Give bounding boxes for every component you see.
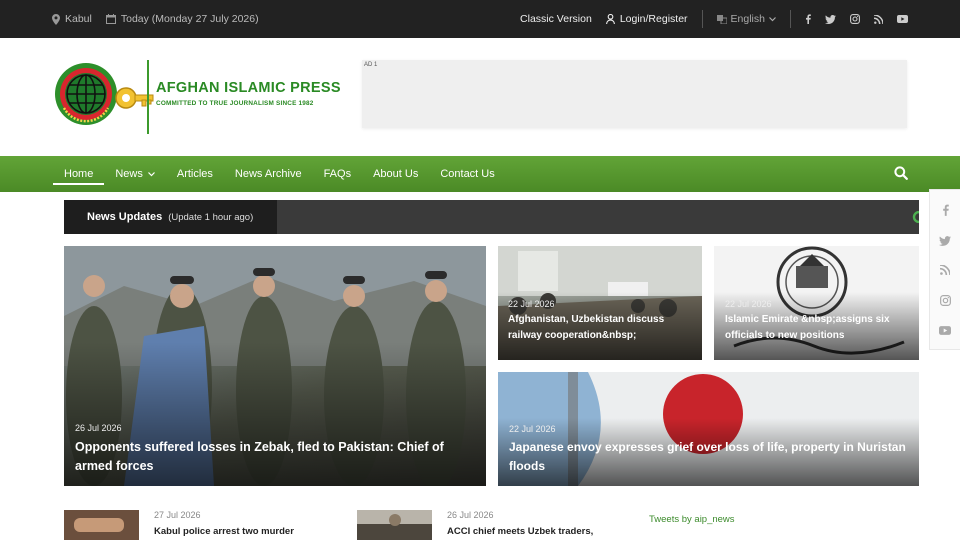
featured-story-small[interactable]: 22 Jul 2026 Afghanistan, Uzbekistan disc… — [498, 246, 702, 360]
nav-label: About Us — [373, 168, 419, 180]
twitter-timeline-link[interactable]: Tweets by aip_news — [649, 514, 735, 525]
nav-label: Articles — [176, 168, 213, 180]
floating-social-bar — [929, 189, 960, 350]
nav-label: News Archive — [234, 168, 302, 180]
loading-spinner-icon — [912, 211, 919, 223]
nav-home[interactable]: Home — [53, 156, 105, 192]
site-logo[interactable]: AFGHAN ISLAMIC PRESS COMMITTED TO TRUE J… — [54, 60, 344, 134]
logo-title: AFGHAN ISLAMIC PRESS — [156, 80, 341, 96]
story-date: 26 Jul 2026 — [75, 423, 122, 433]
user-icon — [605, 14, 615, 24]
nav-articles[interactable]: Articles — [166, 156, 224, 192]
facebook-icon[interactable] — [942, 204, 949, 216]
location: Kabul — [52, 13, 92, 25]
classic-version-link[interactable]: Classic Version — [520, 13, 592, 25]
language-selector[interactable]: English — [716, 13, 776, 25]
site-header: AFGHAN ISLAMIC PRESS COMMITTED TO TRUE J… — [0, 38, 960, 156]
current-date: Today (Monday 27 July 2026) — [105, 13, 259, 25]
list-item[interactable]: 27 Jul 2026 Kabul police arrest two murd… — [64, 510, 324, 540]
list-item[interactable]: 26 Jul 2026 ACCI chief meets Uzbek trade… — [357, 510, 617, 540]
language-icon — [716, 14, 727, 24]
nav-contact-us[interactable]: Contact Us — [429, 156, 505, 192]
top-bar: Kabul Today (Monday 27 July 2026) Classi… — [0, 0, 960, 38]
nav-label: Home — [64, 168, 94, 180]
main-navigation: Home News Articles News Archive FAQs Abo… — [0, 156, 960, 192]
nav-label: News — [115, 168, 143, 180]
instagram-icon[interactable] — [850, 14, 860, 24]
nav-label: FAQs — [323, 168, 352, 180]
nav-about-us[interactable]: About Us — [362, 156, 429, 192]
twitter-icon[interactable] — [825, 14, 836, 24]
map-pin-icon — [52, 13, 60, 25]
chevron-down-icon — [147, 171, 155, 176]
divider — [790, 10, 791, 28]
nav-faqs[interactable]: FAQs — [313, 156, 363, 192]
calendar-icon — [105, 14, 116, 24]
rss-icon[interactable] — [874, 14, 883, 24]
social-links — [805, 14, 908, 24]
story-title: Afghanistan, Uzbekistan discuss railway … — [508, 314, 665, 341]
chevron-down-icon — [769, 16, 776, 21]
nav-news-archive[interactable]: News Archive — [224, 156, 313, 192]
ticker-title: News Updates — [87, 211, 163, 223]
nav-news[interactable]: News — [104, 156, 166, 192]
logo-subtitle: COMMITTED TO TRUE JOURNALISM SINCE 1982 — [156, 100, 314, 107]
divider — [701, 10, 703, 28]
story-date: 22 Jul 2026 — [509, 424, 556, 434]
login-register-label: Login/Register — [619, 13, 688, 25]
nav-label: Contact Us — [440, 168, 495, 180]
youtube-icon[interactable] — [939, 326, 951, 335]
instagram-icon[interactable] — [939, 295, 951, 307]
news-ticker: News Updates (Update 1 hour ago) — [64, 200, 919, 234]
login-register-link[interactable]: Login/Register — [605, 13, 688, 25]
facebook-icon[interactable] — [805, 14, 811, 24]
list-title: Kabul police arrest two murder — [154, 526, 294, 537]
rss-icon[interactable] — [940, 265, 950, 276]
story-date: 22 Jul 2026 — [508, 299, 555, 309]
featured-story-wide[interactable]: 22 Jul 2026 Japanese envoy expresses gri… — [498, 372, 919, 486]
list-title: ACCI chief meets Uzbek traders, — [447, 526, 594, 537]
story-title: Islamic Emirate &nbsp;assigns six offici… — [725, 314, 890, 341]
featured-story-small[interactable]: 22 Jul 2026 Islamic Emirate &nbsp;assign… — [714, 246, 919, 360]
search-icon[interactable] — [894, 166, 908, 180]
youtube-icon[interactable] — [897, 15, 908, 23]
ticker-header: News Updates (Update 1 hour ago) — [64, 200, 277, 234]
logo-divider — [147, 60, 149, 134]
list-date: 27 Jul 2026 — [154, 510, 201, 520]
twitter-icon[interactable] — [939, 235, 951, 246]
list-thumbnail — [357, 510, 432, 540]
ad-banner[interactable]: AD 1 — [362, 60, 907, 128]
featured-story-main[interactable]: 26 Jul 2026 Opponents suffered losses in… — [64, 246, 486, 486]
date-text: Today (Monday 27 July 2026) — [120, 13, 259, 25]
story-date: 22 Jul 2026 — [725, 299, 772, 309]
globe-emblem-icon — [55, 63, 117, 125]
ticker-update-time: (Update 1 hour ago) — [168, 211, 254, 223]
location-text: Kabul — [65, 13, 92, 25]
ad-label: AD 1 — [364, 62, 378, 68]
list-thumbnail — [64, 510, 139, 540]
language-label: English — [730, 13, 765, 25]
list-date: 26 Jul 2026 — [447, 510, 494, 520]
story-title: Japanese envoy expresses grief over loss… — [509, 440, 906, 473]
story-title: Opponents suffered losses in Zebak, fled… — [75, 440, 444, 474]
